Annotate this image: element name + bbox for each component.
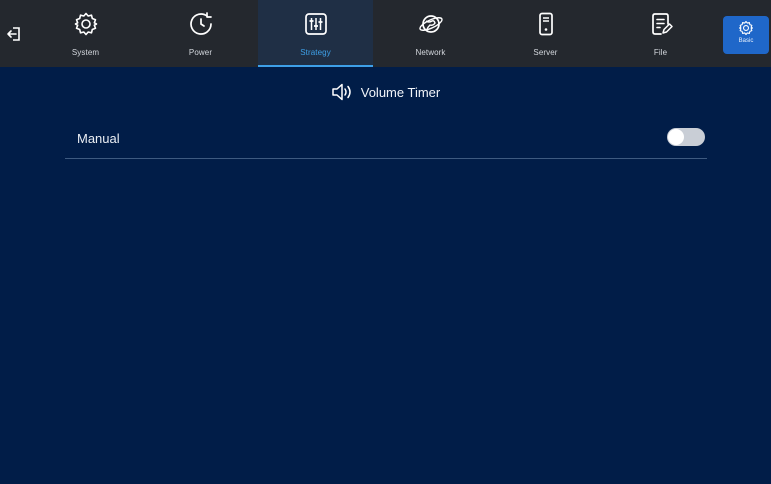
server-icon (538, 12, 553, 36)
exit-icon (7, 26, 20, 41)
toggle-knob (668, 129, 684, 145)
tab-label: System (71, 48, 100, 57)
section-header: Volume Timer (0, 80, 771, 104)
tab-label: Server (533, 48, 558, 57)
tab-file[interactable]: File (603, 0, 718, 67)
globe-icon (418, 15, 443, 33)
file-icon (651, 13, 673, 35)
gear-icon (74, 12, 97, 36)
tab-label: Strategy (300, 48, 331, 57)
tab-bar: System Power Strategy Network Server Fil… (28, 0, 720, 67)
power-timer-icon (189, 12, 212, 35)
speaker-icon (332, 83, 351, 101)
section-title: Volume Timer (360, 84, 441, 100)
sliders-icon (304, 13, 327, 35)
tab-network[interactable]: Network (373, 0, 488, 67)
tab-label: Network (415, 48, 446, 57)
manual-toggle-switch[interactable] (667, 128, 705, 146)
setting-row-manual: Manual (65, 120, 707, 159)
tab-power[interactable]: Power (143, 0, 258, 67)
basic-button[interactable]: Basic (723, 16, 769, 54)
tab-label: Power (188, 48, 213, 57)
basic-button-label: Basic (738, 38, 754, 44)
exit-button[interactable] (0, 0, 28, 67)
tab-label: File (653, 48, 668, 57)
tab-strategy[interactable]: Strategy (258, 0, 373, 67)
tab-system[interactable]: System (28, 0, 143, 67)
setting-label: Manual (77, 131, 120, 146)
gear-icon (738, 20, 754, 36)
top-navigation-bar: System Power Strategy Network Server Fil… (0, 0, 771, 67)
tab-server[interactable]: Server (488, 0, 603, 67)
